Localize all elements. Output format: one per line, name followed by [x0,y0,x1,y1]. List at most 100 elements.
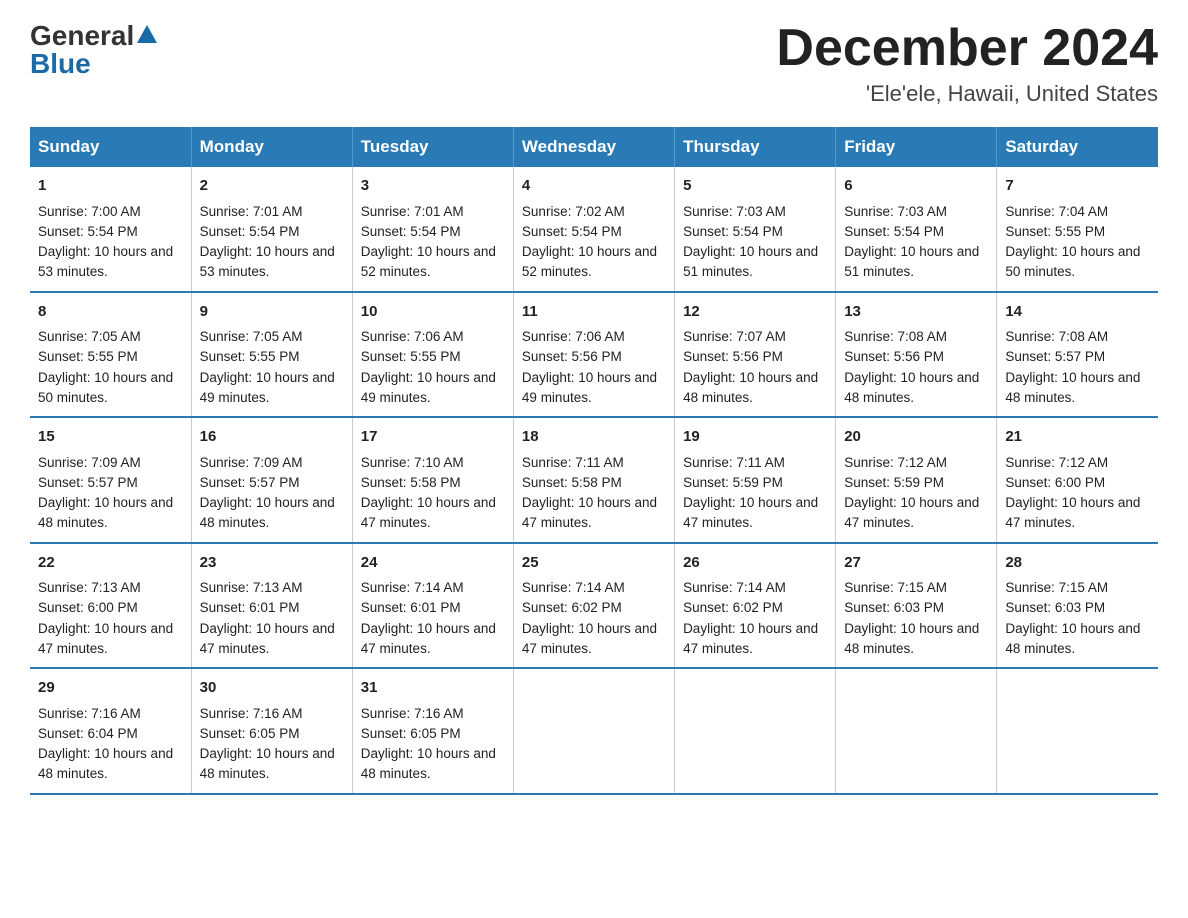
day-number: 26 [683,552,827,575]
page-header: General Blue December 2024 'Ele'ele, Haw… [30,20,1158,107]
title-block: December 2024 'Ele'ele, Hawaii, United S… [776,20,1158,107]
calendar-cell: 25Sunrise: 7:14 AMSunset: 6:02 PMDayligh… [513,543,674,669]
sunrise-label: Sunrise: 7:08 AM [844,329,947,344]
daylight-label: Daylight: 10 hours and 47 minutes. [361,621,496,656]
sunrise-label: Sunrise: 7:01 AM [200,204,303,219]
day-number: 9 [200,301,344,324]
sunset-label: Sunset: 5:55 PM [38,349,138,364]
sunset-label: Sunset: 5:54 PM [683,224,783,239]
calendar-cell: 8Sunrise: 7:05 AMSunset: 5:55 PMDaylight… [30,292,191,418]
daylight-label: Daylight: 10 hours and 47 minutes. [361,495,496,530]
calendar-cell: 14Sunrise: 7:08 AMSunset: 5:57 PMDayligh… [997,292,1158,418]
sunrise-label: Sunrise: 7:14 AM [683,580,786,595]
calendar-header-friday: Friday [836,127,997,167]
calendar-cell: 18Sunrise: 7:11 AMSunset: 5:58 PMDayligh… [513,417,674,543]
daylight-label: Daylight: 10 hours and 48 minutes. [1005,370,1140,405]
calendar-cell: 28Sunrise: 7:15 AMSunset: 6:03 PMDayligh… [997,543,1158,669]
day-number: 8 [38,301,183,324]
calendar-week-row: 22 Sunrise: 7:13 AM Sunset: 6:00 PM Dayligh… [30,543,1158,669]
sunset-label: Sunset: 6:00 PM [38,600,138,615]
sunset-label: Sunset: 6:00 PM [1005,475,1105,490]
calendar-cell: 3Sunrise: 7:01 AMSunset: 5:54 PMDaylight… [352,167,513,292]
daylight-label: Daylight: 10 hours and 50 minutes. [1005,244,1140,279]
calendar-cell: 12Sunrise: 7:07 AMSunset: 5:56 PMDayligh… [675,292,836,418]
calendar-cell: 24Sunrise: 7:14 AMSunset: 6:01 PMDayligh… [352,543,513,669]
calendar-cell: 17 Sunrise: 7:10 AM Sunset: 5:58 PM Dayligh… [352,417,513,543]
day-number: 27 [844,552,988,575]
calendar-week-row: 8Sunrise: 7:05 AMSunset: 5:55 PMDaylight… [30,292,1158,418]
calendar-cell: 16Sunrise: 7:09 AMSunset: 5:57 PMDayligh… [191,417,352,543]
day-number: 25 [522,552,666,575]
calendar-cell: 27Sunrise: 7:15 AMSunset: 6:03 PMDayligh… [836,543,997,669]
sunset-label: Sunset: 5:55 PM [361,349,461,364]
daylight-label: Daylight: 10 hours and 48 minutes. [200,495,335,530]
sunrise-label: Sunrise: 7:03 AM [844,204,947,219]
sunset-label: Sunset: 5:57 PM [1005,349,1105,364]
sunset-label: Sunset: 5:54 PM [200,224,300,239]
day-number: 23 [200,552,344,575]
calendar-cell: 6Sunrise: 7:03 AMSunset: 5:54 PMDaylight… [836,167,997,292]
day-number: 17 [361,426,505,449]
sunrise-label: Sunrise: 7:15 AM [1005,580,1108,595]
daylight-label: Daylight: 10 hours and 48 minutes. [683,370,818,405]
calendar-cell: 22Sunrise: 7:13 AMSunset: 6:00 PMDayligh… [30,543,191,669]
daylight-label: Daylight: 10 hours and 53 minutes. [200,244,335,279]
sunset-label: Sunset: 5:57 PM [200,475,300,490]
day-number: 31 [361,677,505,700]
day-number: 13 [844,301,988,324]
sunrise-label: Sunrise: 7:04 AM [1005,204,1108,219]
day-number: 22 [38,552,183,575]
sunset-label: Sunset: 5:58 PM [361,475,461,490]
calendar-cell: 19Sunrise: 7:11 AMSunset: 5:59 PMDayligh… [675,417,836,543]
calendar-header-wednesday: Wednesday [513,127,674,167]
sunset-label: Sunset: 5:56 PM [844,349,944,364]
calendar-cell [513,668,674,794]
calendar-header-thursday: Thursday [675,127,836,167]
logo: General Blue [30,20,158,80]
sunrise-label: Sunrise: 7:16 AM [200,706,303,721]
sunset-label: Sunset: 6:02 PM [683,600,783,615]
day-number: 28 [1005,552,1150,575]
sunset-label: Sunset: 6:01 PM [361,600,461,615]
sunset-label: Sunset: 5:54 PM [844,224,944,239]
sunrise-label: Sunrise: 7:00 AM [38,204,141,219]
sunset-label: Sunset: 6:05 PM [200,726,300,741]
day-number: 30 [200,677,344,700]
sunset-label: Sunset: 5:55 PM [1005,224,1105,239]
calendar-header-saturday: Saturday [997,127,1158,167]
daylight-label: Daylight: 10 hours and 49 minutes. [361,370,496,405]
sunset-label: Sunset: 5:55 PM [200,349,300,364]
day-number: 18 [522,426,666,449]
daylight-label: Daylight: 10 hours and 48 minutes. [844,621,979,656]
sunrise-label: Sunrise: 7:16 AM [361,706,464,721]
sunrise-label: Sunrise: 7:09 AM [38,455,141,470]
daylight-label: Daylight: 10 hours and 47 minutes. [522,495,657,530]
day-number: 11 [522,301,666,324]
day-number: 20 [844,426,988,449]
calendar-cell: 23Sunrise: 7:13 AMSunset: 6:01 PMDayligh… [191,543,352,669]
daylight-label: Daylight: 10 hours and 47 minutes. [844,495,979,530]
day-number: 21 [1005,426,1150,449]
sunset-label: Sunset: 5:54 PM [361,224,461,239]
sunset-label: Sunset: 6:03 PM [1005,600,1105,615]
calendar-week-row: 15Sunrise: 7:09 AMSunset: 5:57 PMDayligh… [30,417,1158,543]
daylight-label: Daylight: 10 hours and 47 minutes. [522,621,657,656]
calendar-cell [675,668,836,794]
daylight-label: Daylight: 10 hours and 47 minutes. [683,495,818,530]
calendar-cell: 10Sunrise: 7:06 AMSunset: 5:55 PMDayligh… [352,292,513,418]
calendar-header-monday: Monday [191,127,352,167]
sunrise-label: Sunrise: 7:03 AM [683,204,786,219]
calendar-cell: 15Sunrise: 7:09 AMSunset: 5:57 PMDayligh… [30,417,191,543]
daylight-label: Daylight: 10 hours and 52 minutes. [522,244,657,279]
sunrise-label: Sunrise: 7:10 AM [361,455,464,470]
daylight-label: Daylight: 10 hours and 49 minutes. [522,370,657,405]
sunrise-label: Sunrise: 7:08 AM [1005,329,1108,344]
calendar-header-sunday: Sunday [30,127,191,167]
sunrise-label: Sunrise: 7:13 AM [200,580,303,595]
sunset-label: Sunset: 5:56 PM [683,349,783,364]
sunset-label: Sunset: 6:04 PM [38,726,138,741]
day-number: 3 [361,175,505,198]
daylight-label: Daylight: 10 hours and 48 minutes. [38,495,173,530]
sunrise-label: Sunrise: 7:11 AM [683,455,785,470]
sunset-label: Sunset: 6:01 PM [200,600,300,615]
